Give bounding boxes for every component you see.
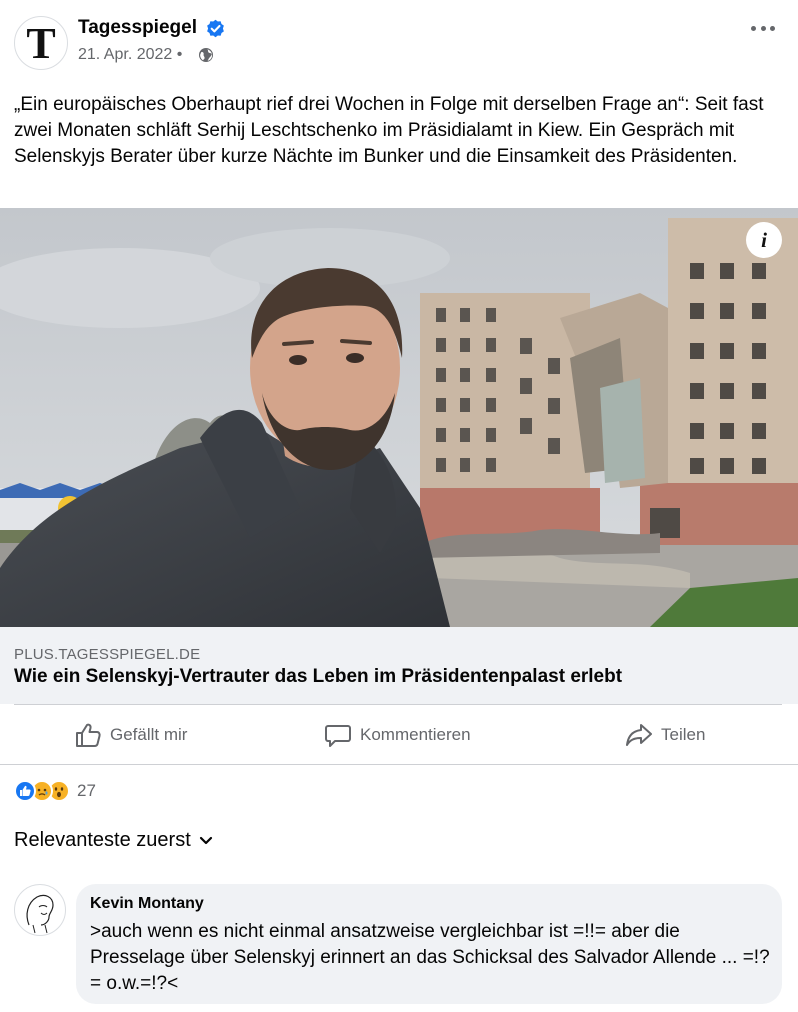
post-header: T Tagesspiegel 21. Apr. 2022 • bbox=[0, 0, 798, 80]
reactions-summary[interactable]: 27 bbox=[14, 778, 96, 804]
link-preview-image[interactable] bbox=[0, 208, 798, 627]
comment-sort-dropdown[interactable]: Relevanteste zuerst bbox=[14, 829, 213, 852]
like-button[interactable]: Gefällt mir bbox=[74, 705, 187, 765]
link-domain: PLUS.TAGESSPIEGEL.DE bbox=[14, 646, 201, 663]
page-name[interactable]: Tagesspiegel bbox=[78, 17, 197, 39]
commenter-avatar[interactable] bbox=[14, 884, 66, 936]
divider bbox=[0, 764, 798, 765]
comment-label: Kommentieren bbox=[360, 725, 471, 744]
more-options-button[interactable] bbox=[748, 18, 778, 38]
more-dot bbox=[760, 25, 766, 31]
avatar-letter: T bbox=[26, 19, 56, 68]
globe-icon bbox=[199, 48, 213, 62]
link-title: Wie ein Selenskyj-Vertrauter das Leben i… bbox=[14, 666, 623, 687]
thumbs-up-icon bbox=[76, 723, 101, 747]
like-label: Gefällt mir bbox=[110, 725, 188, 744]
post-date[interactable]: 21. Apr. 2022 • bbox=[78, 46, 182, 64]
chevron-down-icon bbox=[199, 836, 212, 844]
like-reaction-icon bbox=[14, 780, 36, 802]
comment-author[interactable]: Kevin Montany bbox=[90, 895, 204, 913]
more-dot bbox=[770, 25, 775, 31]
comment-button[interactable]: Kommentieren bbox=[324, 705, 471, 765]
post-text: „Ein europäisches Oberhaupt rief drei Wo… bbox=[14, 94, 764, 167]
share-label: Teilen bbox=[661, 725, 706, 744]
sort-label: Relevanteste zuerst bbox=[14, 829, 191, 851]
sketch-face-icon bbox=[26, 894, 54, 934]
photo-illustration bbox=[0, 208, 798, 627]
share-button[interactable]: Teilen bbox=[625, 705, 705, 765]
reaction-count: 27 bbox=[77, 781, 96, 800]
comment-bubble-icon bbox=[325, 725, 351, 747]
comment-bubble: Kevin Montany >auch wenn es nicht einmal… bbox=[76, 884, 782, 1004]
page-avatar[interactable]: T bbox=[14, 16, 68, 70]
link-preview-meta[interactable]: PLUS.TAGESSPIEGEL.DE Wie ein Selenskyj-V… bbox=[0, 627, 798, 704]
share-arrow-icon bbox=[626, 724, 652, 746]
more-dot bbox=[751, 25, 756, 31]
action-bar: Gefällt mir Kommentieren Teilen bbox=[0, 705, 798, 765]
comment-text: >auch wenn es nicht einmal ansatzweise v… bbox=[90, 921, 770, 994]
verified-badge-icon bbox=[207, 19, 224, 38]
info-icon[interactable]: i bbox=[746, 222, 782, 258]
